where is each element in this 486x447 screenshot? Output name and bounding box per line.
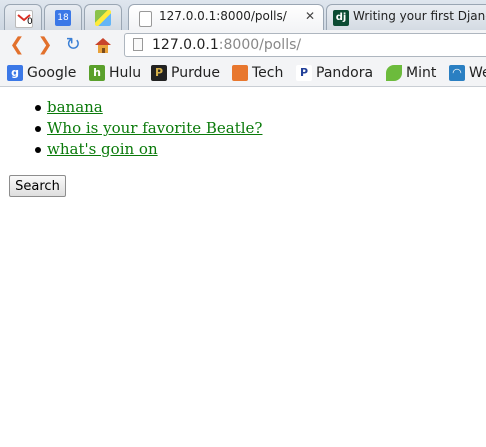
calendar-icon: 18	[55, 10, 71, 26]
poll-list: banana Who is your favorite Beatle? what…	[34, 97, 262, 160]
url-host: 127.0.0.1	[152, 37, 219, 53]
folder-icon	[232, 65, 248, 81]
bookmark-purdue[interactable]: P Purdue	[151, 65, 220, 81]
bookmark-weather[interactable]: ◠We	[449, 65, 486, 81]
poll-link[interactable]: what's goin on	[47, 140, 158, 158]
bookmark-label: Mint	[406, 65, 437, 81]
bookmark-mint[interactable]: Mint	[386, 65, 436, 81]
address-bar[interactable]: 127.0.0.1:8000/polls/	[124, 33, 486, 57]
tab-strip: 0 18 127.0.0.1:8000/polls/ ✕ dj Writing …	[0, 0, 486, 30]
tab-title: Writing your first Django	[353, 9, 486, 23]
purdue-icon: P	[151, 65, 167, 81]
maps-icon	[95, 10, 111, 26]
home-icon[interactable]	[92, 34, 114, 56]
close-icon[interactable]: ✕	[305, 9, 315, 23]
weather-icon: ◠	[449, 65, 465, 81]
back-icon[interactable]: ❮	[6, 34, 28, 56]
bookmark-label: Hulu	[109, 65, 142, 81]
bookmarks-bar: g Google h Hulu P Purdue Tech P Pandora Mint…	[0, 60, 486, 87]
bookmark-label: Pandora	[316, 65, 374, 81]
reload-icon[interactable]: ↻	[62, 34, 84, 56]
page-content: banana Who is your favorite Beatle? what…	[0, 87, 486, 447]
bookmark-google[interactable]: g Google	[7, 65, 76, 81]
tab-title: 127.0.0.1:8000/polls/	[159, 9, 287, 23]
tab-maps[interactable]	[84, 4, 122, 30]
poll-link[interactable]: Who is your favorite Beatle?	[47, 119, 262, 137]
tab-django[interactable]: dj Writing your first Django	[326, 4, 486, 30]
tab-polls[interactable]: 127.0.0.1:8000/polls/ ✕	[128, 4, 324, 30]
bookmark-label: We	[469, 65, 486, 81]
pandora-icon: P	[296, 65, 312, 81]
page-icon	[133, 38, 143, 51]
toolbar: ❮ ❯ ↻ 127.0.0.1:8000/polls/	[0, 30, 486, 60]
bookmark-label: Google	[27, 65, 77, 81]
bookmark-tech[interactable]: Tech	[232, 65, 283, 81]
bookmark-label: Tech	[252, 65, 284, 81]
search-button[interactable]: Search	[9, 175, 66, 197]
tab-calendar[interactable]: 18	[44, 4, 82, 30]
list-item: Who is your favorite Beatle?	[34, 118, 262, 139]
google-icon: g	[7, 65, 23, 81]
list-item: banana	[34, 97, 262, 118]
bookmark-pandora[interactable]: P Pandora	[296, 65, 373, 81]
bookmark-label: Purdue	[171, 65, 220, 81]
url-path: :8000/polls/	[218, 37, 302, 53]
mint-icon	[386, 65, 402, 81]
bookmark-hulu[interactable]: h Hulu	[89, 65, 141, 81]
url-text: 127.0.0.1:8000/polls/	[152, 37, 301, 53]
tab-badge: 0	[27, 17, 33, 27]
tab-gmail[interactable]: 0	[4, 4, 42, 30]
list-item: what's goin on	[34, 139, 262, 160]
hulu-icon: h	[89, 65, 105, 81]
poll-link[interactable]: banana	[47, 98, 103, 116]
django-icon: dj	[333, 10, 349, 26]
forward-icon[interactable]: ❯	[34, 34, 56, 56]
page-icon	[139, 11, 152, 27]
